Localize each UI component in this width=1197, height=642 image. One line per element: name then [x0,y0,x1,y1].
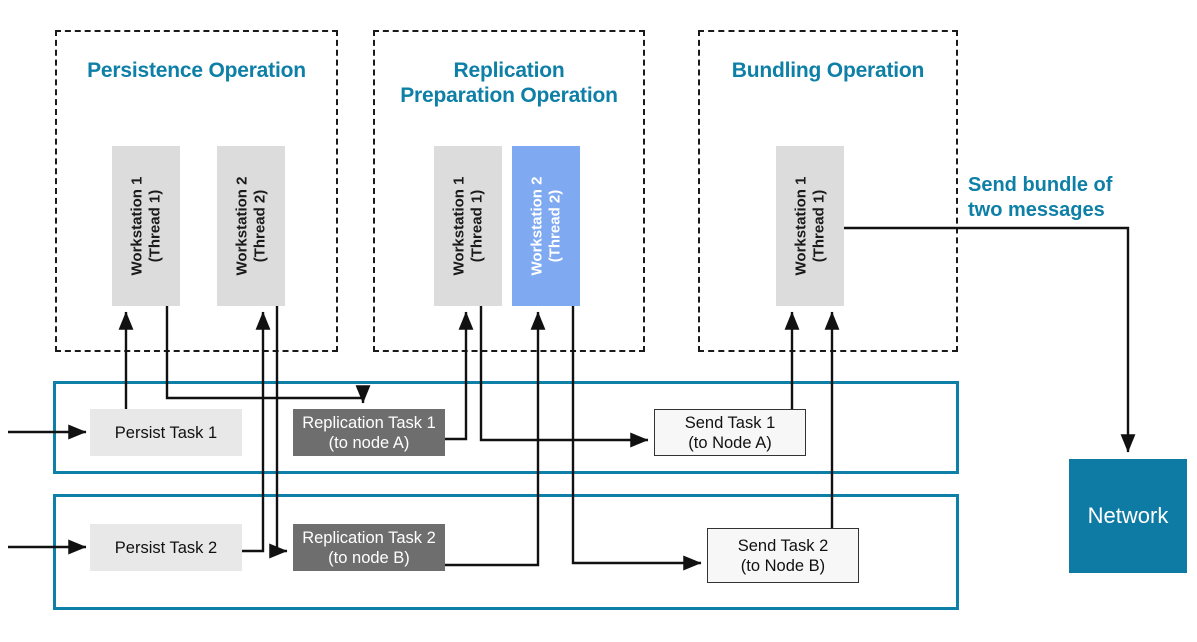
ws-line2: (Thread 1) [468,189,485,263]
group-bundling-label: Bundling Operation [731,59,925,82]
task-send-task-1[interactable]: Send Task 1 (to Node A) [654,409,806,456]
group-persistence-title: Persistence Operation [55,58,338,83]
send-bundle-note: Send bundle of two messages [968,173,1193,223]
group-bundling-title: Bundling Operation [698,58,958,83]
workstation-persist-ws1-label: Workstation 1 (Thread 1) [128,177,164,276]
task-send-task-2[interactable]: Send Task 2 (to Node B) [707,528,859,583]
ws-line1: Workstation 1 [792,176,809,276]
task-persist-task-2[interactable]: Persist Task 2 [90,524,242,571]
task-persist-task-1-label: Persist Task 1 [115,423,217,443]
task-line1: Persist Task 1 [114,423,218,442]
task-line1: Send Task 1 [684,413,776,432]
ws-line2: (Thread 1) [146,189,163,263]
task-line1: Replication Task 2 [302,528,436,547]
workstation-bundling-ws1: Workstation 1 (Thread 1) [776,146,844,306]
workstation-replication-ws2-label: Workstation 2 (Thread 2) [528,177,564,276]
task-line1: Send Task 2 [737,536,829,555]
task-send-task-2-label: Send Task 2 (to Node B) [738,536,829,576]
task-replication-task-1[interactable]: Replication Task 1 (to node A) [293,409,445,456]
task-persist-task-1[interactable]: Persist Task 1 [90,409,242,456]
task-replication-task-2-label: Replication Task 2 (to node B) [302,528,436,568]
workstation-replication-ws1: Workstation 1 (Thread 1) [434,146,502,306]
task-line2: (to node A) [328,433,410,452]
workstation-persist-ws2-label: Workstation 2 (Thread 2) [233,177,269,276]
workstation-persist-ws2: Workstation 2 (Thread 2) [217,146,285,306]
diagram-canvas: Persistence Operation Replication Prepar… [0,0,1197,642]
task-line2: (to Node A) [688,433,772,452]
workstation-replication-ws2: Workstation 2 (Thread 2) [512,146,580,306]
group-persistence-label: Persistence Operation [87,59,306,82]
send-bundle-note-line2: two messages [968,199,1105,221]
ws-line2: (Thread 1) [810,189,827,263]
ws-line2: (Thread 2) [251,189,268,263]
ws-line2: (Thread 2) [546,189,563,263]
workstation-replication-ws1-label: Workstation 1 (Thread 1) [450,177,486,276]
workstation-persist-ws1: Workstation 1 (Thread 1) [112,146,180,306]
network-node-label: Network [1087,503,1169,528]
ws-line1: Workstation 2 [233,176,250,276]
task-line1: Persist Task 2 [114,538,218,557]
task-replication-task-2[interactable]: Replication Task 2 (to node B) [293,524,445,571]
send-bundle-note-line1: Send bundle of [968,174,1113,196]
workstation-bundling-ws1-label: Workstation 1 (Thread 1) [792,177,828,276]
task-line2: (to Node B) [740,556,826,575]
task-replication-task-1-label: Replication Task 1 (to node A) [302,413,436,453]
network-node[interactable]: Network [1069,459,1187,573]
ws-line1: Workstation 2 [528,176,545,276]
task-line1: Replication Task 1 [302,413,436,432]
task-line2: (to node B) [328,548,410,567]
ws-line1: Workstation 1 [450,176,467,276]
group-replication-title: Replication Preparation Operation [373,58,645,108]
group-replication-label-line1: Replication [453,59,565,82]
ws-line1: Workstation 1 [128,176,145,276]
task-persist-task-2-label: Persist Task 2 [115,538,217,558]
task-send-task-1-label: Send Task 1 (to Node A) [685,413,776,453]
group-replication-label-line2: Preparation Operation [400,84,618,107]
